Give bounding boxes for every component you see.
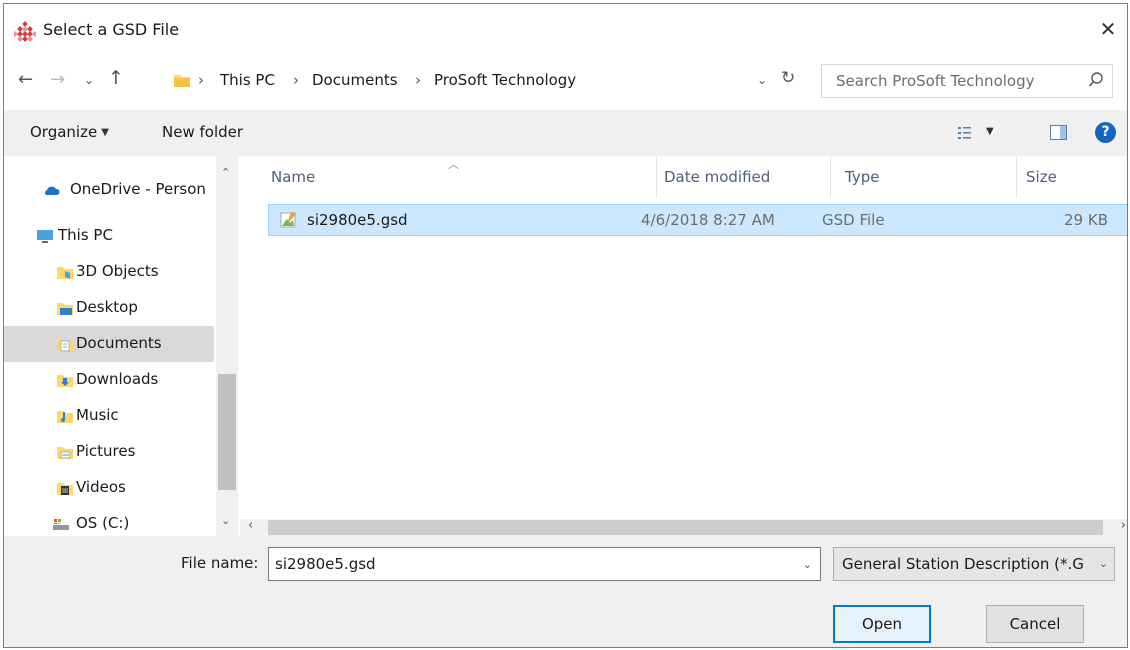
sidebar-item-music[interactable]: Music: [4, 398, 214, 434]
file-name: si2980e5.gsd: [307, 211, 408, 229]
sidebar-item-label: 3D Objects: [76, 262, 159, 280]
view-dropdown-icon[interactable]: ▼: [986, 126, 994, 137]
downloads-icon: [57, 375, 73, 387]
breadcrumb-separator-icon: ›: [415, 71, 421, 89]
chevron-down-icon: ⌄: [1098, 557, 1108, 570]
sidebar-item-downloads[interactable]: Downloads: [4, 362, 214, 398]
column-header-date-modified[interactable]: Date modified: [664, 168, 770, 186]
sidebar-item-os-c[interactable]: OS (C:): [4, 506, 214, 536]
close-icon: ✕: [1099, 17, 1117, 41]
desktop-icon: [57, 303, 73, 315]
caret-down-icon: ▼: [101, 127, 109, 138]
file-type: GSD File: [822, 211, 885, 229]
recent-locations-chevron-icon[interactable]: ⌄: [84, 70, 94, 90]
refresh-icon[interactable]: ↻: [781, 68, 795, 88]
sidebar-item-label: This PC: [58, 226, 113, 244]
gsd-file-icon: [280, 212, 296, 228]
change-view-icon[interactable]: [957, 125, 973, 141]
file-name-value: si2980e5.gsd: [275, 555, 376, 573]
scroll-up-icon[interactable]: ⌃: [221, 166, 230, 179]
close-button[interactable]: ✕: [1095, 16, 1121, 42]
scroll-down-icon[interactable]: ⌄: [221, 514, 230, 527]
sort-ascending-icon: ︿: [448, 158, 459, 171]
dialog-footer: File name: si2980e5.gsd ⌄ General Statio…: [4, 536, 1127, 647]
scroll-left-icon[interactable]: ‹: [248, 518, 253, 533]
breadcrumb-documents[interactable]: Documents: [312, 71, 398, 89]
navigation-pane: OneDrive - Person This PC 3D Objects Des…: [4, 156, 240, 536]
file-size: 29 KB: [1064, 211, 1108, 229]
file-list: ︿ Name Date modified Type Size si2980e5.…: [244, 156, 1127, 516]
sidebar-item-label: Music: [76, 406, 119, 424]
cloud-icon: [45, 186, 60, 195]
cancel-button[interactable]: Cancel: [986, 605, 1084, 643]
scrollbar-thumb[interactable]: [268, 520, 1103, 535]
scrollbar-thumb[interactable]: [218, 374, 236, 490]
sidebar-item-label: Documents: [76, 334, 162, 352]
sidebar-item-label: Downloads: [76, 370, 159, 388]
table-row[interactable]: si2980e5.gsd 4/6/2018 8:27 AM GSD File 2…: [268, 204, 1127, 236]
search-input[interactable]: Search ProSoft Technology: [821, 64, 1113, 98]
videos-icon: [57, 483, 73, 495]
address-dropdown-icon[interactable]: ⌄: [757, 73, 767, 87]
file-type-select[interactable]: General Station Description (*.G ⌄: [833, 547, 1115, 581]
sidebar-item-3d-objects[interactable]: 3D Objects: [4, 254, 214, 290]
sidebar-item-pictures[interactable]: Pictures: [4, 434, 214, 470]
app-logo-icon: [14, 21, 36, 42]
breadcrumb-this-pc[interactable]: This PC: [220, 71, 275, 89]
column-header-size[interactable]: Size: [1026, 168, 1057, 186]
music-icon: [57, 411, 73, 423]
file-date: 4/6/2018 8:27 AM: [641, 211, 775, 229]
column-divider[interactable]: [830, 156, 831, 198]
sidebar-item-this-pc[interactable]: This PC: [4, 218, 214, 254]
preview-pane-icon[interactable]: [1050, 125, 1067, 140]
new-folder-button[interactable]: New folder: [162, 123, 243, 141]
pictures-icon: [57, 447, 73, 459]
sidebar-item-videos[interactable]: Videos: [4, 470, 214, 506]
folder-icon: [174, 75, 190, 87]
search-icon: [1088, 72, 1103, 87]
column-header-name[interactable]: Name: [271, 168, 315, 186]
computer-icon: [37, 230, 53, 243]
help-icon[interactable]: ?: [1095, 122, 1116, 143]
file-name-label: File name:: [181, 554, 259, 572]
breadcrumb-separator-icon: ›: [293, 71, 299, 89]
navigation-bar: ← → ⌄ ↑ › This PC › Documents › ProSoft …: [4, 58, 1127, 102]
sidebar-item-label: Desktop: [76, 298, 138, 316]
back-arrow-icon[interactable]: ←: [18, 70, 33, 90]
sidebar-item-label: OS (C:): [76, 514, 130, 532]
sidebar-item-desktop[interactable]: Desktop: [4, 290, 214, 326]
column-divider[interactable]: [1016, 156, 1017, 198]
sidebar-item-documents[interactable]: Documents: [4, 326, 214, 362]
title-bar: Select a GSD File ✕: [4, 4, 1127, 56]
navigation-pane-scrollbar[interactable]: ⌃ ⌄: [216, 156, 238, 536]
command-bar: Organize ▼ New folder ▼ ?: [4, 110, 1127, 156]
column-header-type[interactable]: Type: [845, 168, 879, 186]
drive-icon: [53, 519, 69, 530]
address-bar[interactable]: › This PC › Documents › ProSoft Technolo…: [170, 63, 814, 97]
breadcrumb-prosoft-technology[interactable]: ProSoft Technology: [434, 71, 576, 89]
sidebar-item-onedrive[interactable]: OneDrive - Person: [4, 172, 214, 208]
sidebar-item-label: OneDrive - Person: [70, 180, 206, 198]
organize-button[interactable]: Organize ▼: [30, 123, 109, 141]
search-placeholder: Search ProSoft Technology: [836, 72, 1035, 90]
open-button[interactable]: Open: [833, 605, 931, 643]
up-arrow-icon[interactable]: ↑: [108, 68, 124, 88]
file-name-input[interactable]: si2980e5.gsd ⌄: [268, 547, 821, 581]
chevron-down-icon[interactable]: ⌄: [803, 558, 812, 571]
forward-arrow-icon[interactable]: →: [50, 70, 65, 90]
sidebar-item-label: Videos: [76, 478, 126, 496]
column-divider[interactable]: [656, 156, 657, 198]
documents-icon: [57, 339, 73, 352]
organize-label: Organize: [30, 123, 98, 141]
scroll-right-icon[interactable]: ›: [1121, 518, 1126, 533]
window-title: Select a GSD File: [43, 20, 180, 39]
file-list-hscrollbar[interactable]: ‹ ›: [240, 518, 1127, 536]
file-type-value: General Station Description (*.G: [842, 555, 1084, 573]
sidebar-item-label: Pictures: [76, 442, 136, 460]
breadcrumb-separator-icon: ›: [198, 71, 204, 89]
file-dialog: Select a GSD File ✕ ← → ⌄ ↑ › This PC › …: [3, 3, 1128, 648]
3d-objects-icon: [57, 267, 73, 279]
